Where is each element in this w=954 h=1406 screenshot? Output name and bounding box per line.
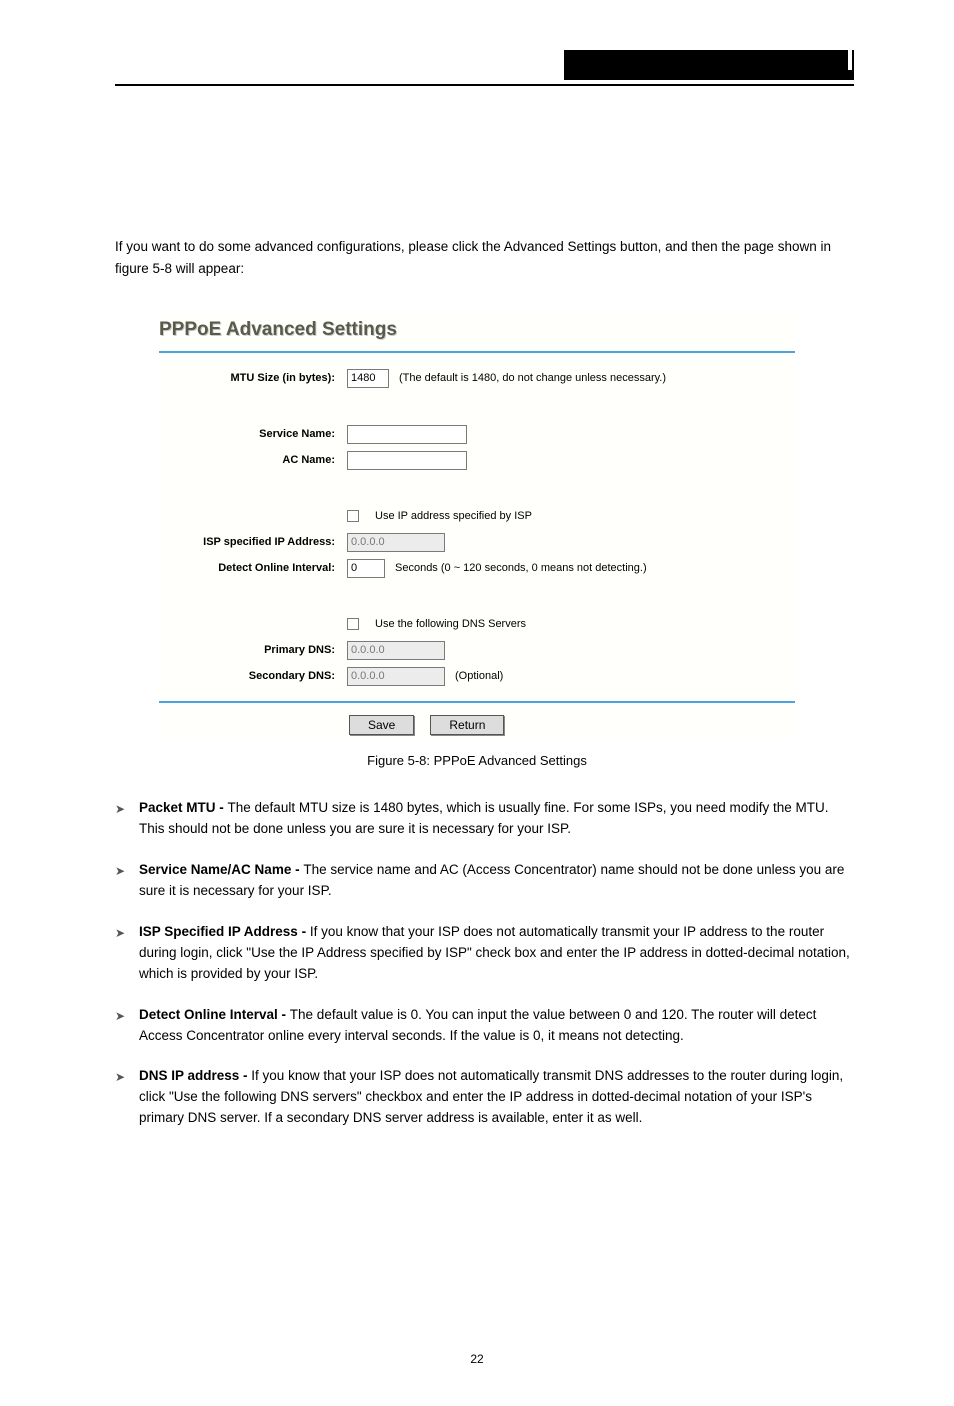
primary-dns-label: Primary DNS: — [169, 644, 347, 656]
description-list: ➤ Packet MTU - The default MTU size is 1… — [115, 798, 854, 1129]
term: Service Name/AC Name - — [139, 862, 303, 877]
figure-title: PPPoE Advanced Settings — [159, 311, 795, 351]
primary-dns-input[interactable] — [347, 641, 445, 660]
service-name-input[interactable] — [347, 425, 467, 444]
section-dns: Use the following DNS Servers Primary DN… — [159, 593, 795, 701]
return-button[interactable]: Return — [430, 715, 504, 735]
list-item: ➤ ISP Specified IP Address - If you know… — [115, 922, 854, 985]
desc-text: The default MTU size is 1480 bytes, whic… — [139, 800, 829, 836]
header-black-box: 54M Wireless Router User Guide — [564, 50, 854, 80]
bullet-icon: ➤ — [115, 798, 139, 840]
term: Packet MTU - — [139, 800, 228, 815]
figure-caption: Figure 5-8: PPPoE Advanced Settings — [0, 753, 954, 768]
isp-ip-input[interactable] — [347, 533, 445, 552]
use-isp-ip-label: Use IP address specified by ISP — [375, 510, 532, 522]
use-dns-label: Use the following DNS Servers — [375, 618, 526, 630]
mtu-input[interactable] — [347, 369, 389, 388]
section-mtu: MTU Size (in bytes): (The default is 148… — [159, 353, 795, 403]
list-item: ➤ DNS IP address - If you know that your… — [115, 1066, 854, 1129]
list-item: ➤ Packet MTU - The default MTU size is 1… — [115, 798, 854, 840]
bullet-icon: ➤ — [115, 922, 139, 985]
section-isp-ip: Use IP address specified by ISP ISP spec… — [159, 485, 795, 593]
bullet-icon: ➤ — [115, 1066, 139, 1129]
detect-note: Seconds (0 ~ 120 seconds, 0 means not de… — [395, 562, 647, 574]
ac-name-input[interactable] — [347, 451, 467, 470]
detect-label: Detect Online Interval: — [169, 562, 347, 574]
intro-paragraph: If you want to do some advanced configur… — [115, 236, 854, 279]
service-name-label: Service Name: — [169, 428, 347, 440]
list-item: ➤ Service Name/AC Name - The service nam… — [115, 860, 854, 902]
button-row: Save Return — [159, 703, 795, 739]
secondary-dns-note: (Optional) — [455, 670, 503, 682]
term: ISP Specified IP Address - — [139, 924, 310, 939]
isp-ip-label: ISP specified IP Address: — [169, 536, 347, 548]
bullet-icon: ➤ — [115, 1005, 139, 1047]
detect-input[interactable] — [347, 559, 385, 578]
list-item: ➤ Detect Online Interval - The default v… — [115, 1005, 854, 1047]
use-isp-ip-checkbox[interactable] — [347, 510, 359, 522]
use-dns-checkbox[interactable] — [347, 618, 359, 630]
section-names: Service Name: AC Name: — [159, 403, 795, 485]
header-bar-icon — [848, 46, 852, 70]
page-number: 22 — [0, 1352, 954, 1366]
mtu-label: MTU Size (in bytes): — [169, 372, 347, 384]
secondary-dns-label: Secondary DNS: — [169, 670, 347, 682]
term: DNS IP address - — [139, 1068, 251, 1083]
page-header: 54M Wireless Router User Guide — [115, 56, 854, 86]
bullet-icon: ➤ — [115, 860, 139, 902]
intro-text: If you want to do some advanced configur… — [115, 239, 831, 276]
figure-pppoe-advanced: PPPoE Advanced Settings MTU Size (in byt… — [159, 311, 795, 739]
secondary-dns-input[interactable] — [347, 667, 445, 686]
term: Detect Online Interval - — [139, 1007, 290, 1022]
ac-name-label: AC Name: — [169, 454, 347, 466]
mtu-note: (The default is 1480, do not change unle… — [399, 372, 666, 384]
save-button[interactable]: Save — [349, 715, 414, 735]
